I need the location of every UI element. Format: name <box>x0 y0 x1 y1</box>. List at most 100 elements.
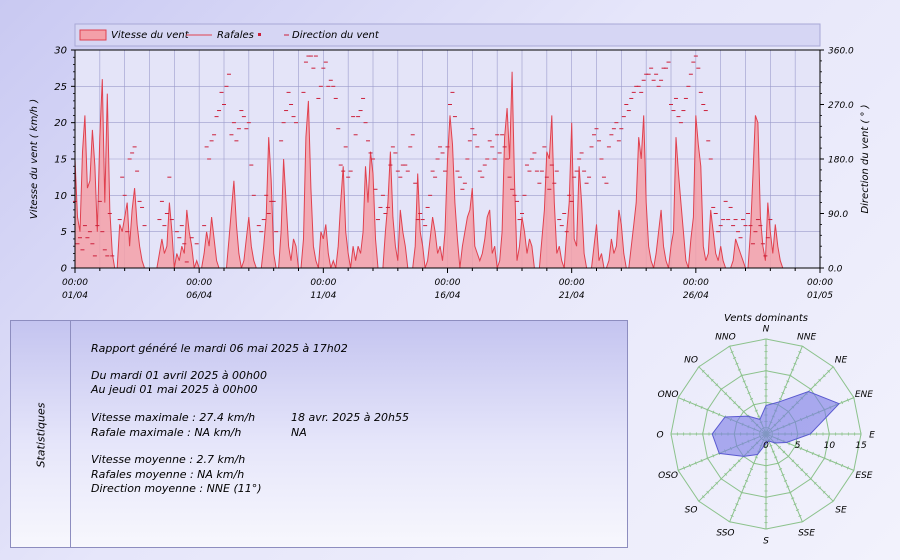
rose-spoke-tick <box>747 392 751 395</box>
avg-speed: Vitesse moyenne : 2.7 km/h <box>91 453 246 466</box>
rose-spoke-tick <box>740 374 744 377</box>
rose-spoke-tick <box>694 461 697 465</box>
y2-tick-label: 270.0 <box>828 101 854 111</box>
x-tick-time: 00:00 <box>683 278 709 288</box>
rose-spoke-tick <box>778 397 783 400</box>
rose-direction-label: NNE <box>797 333 816 343</box>
rose-spoke-tick <box>700 405 703 409</box>
rose-spoke-tick <box>740 491 744 494</box>
rose-spoke-tick <box>835 461 838 465</box>
rose-spoke-tick <box>688 400 691 405</box>
report-generated: Rapport généré le mardi 06 mai 2025 à 17… <box>91 342 348 355</box>
legend: Vitesse du vent Rafales Direction du ven… <box>74 23 821 47</box>
x-tick-date: 06/04 <box>186 291 212 301</box>
rose-radial-tick-label: 15 <box>855 441 867 451</box>
y-tick-label: 20 <box>54 118 67 129</box>
rose-spoke-tick <box>683 398 686 402</box>
rose-spoke-tick <box>749 397 754 400</box>
rose-spoke-tick <box>752 462 756 465</box>
rose-spoke-tick <box>737 497 741 500</box>
max-gust: Rafale maximale : NA km/h <box>91 426 242 439</box>
rose-spoke-tick <box>744 479 749 482</box>
rose-direction-label: NO <box>684 356 698 366</box>
rose-spoke-tick <box>728 520 732 523</box>
rose-spoke-tick <box>788 374 792 377</box>
rose-spoke-tick <box>852 468 855 472</box>
rose-direction-label: SE <box>835 505 847 515</box>
x-tick-time: 00:00 <box>186 278 212 288</box>
rose-spoke-tick <box>706 456 709 460</box>
rose-direction-label: SO <box>685 505 698 515</box>
wind-timeseries-chart: 0 5 10 15 20 25 30 0.0 90.0 180.0 270.0 360.0 00:0… <box>29 23 871 301</box>
rose-spoke-tick <box>811 451 814 456</box>
rose-spoke-tick <box>771 450 775 453</box>
rose-spoke-tick <box>786 485 790 488</box>
x-tick-time: 00:00 <box>435 278 461 288</box>
rose-direction-label: O <box>656 431 663 441</box>
wind-rose-chart: Vents dominants N NNE NE ENE E ESE SE SSE S SSO SO… <box>656 313 875 547</box>
rose-spoke-tick <box>798 351 802 354</box>
rose-spoke-tick <box>793 362 797 365</box>
y-tick-label: 30 <box>54 46 67 57</box>
rose-radial-tick-label: 10 <box>824 441 836 451</box>
rose-title: Vents dominants <box>724 313 808 324</box>
x-tick-date: 16/04 <box>435 291 461 301</box>
rose-spoke-tick <box>823 456 826 460</box>
rose-spoke-tick <box>800 520 804 523</box>
x-tick-time: 00:00 <box>807 278 833 288</box>
rose-spoke-tick <box>786 380 790 383</box>
rose-spoke-tick <box>781 473 785 476</box>
rose-spoke-tick <box>846 466 849 470</box>
rose-spoke-tick <box>846 398 849 402</box>
rose-spoke-tick <box>817 454 820 458</box>
y2-tick-label: 360.0 <box>828 47 854 57</box>
rose-spoke-tick <box>788 442 791 446</box>
period-from: Du mardi 01 avril 2025 à 00h00 <box>91 369 268 382</box>
rose-spoke-tick <box>749 468 754 471</box>
rose-radial-tick-label: 0 <box>763 441 769 451</box>
rose-spoke-tick <box>754 409 758 412</box>
y2-tick-label: 0.0 <box>828 265 843 275</box>
right-axis-ticks: 0.0 90.0 180.0 270.0 360.0 <box>820 47 854 275</box>
y-tick-label: 10 <box>54 191 67 202</box>
statistics-side-label: Statistiques <box>34 402 48 468</box>
rose-spoke-tick <box>798 514 802 517</box>
rose-spoke-tick <box>841 463 844 468</box>
rose-direction-label: ENE <box>855 390 873 400</box>
rose-spoke-tick <box>752 403 756 406</box>
y2-tick-label: 180.0 <box>828 156 854 166</box>
period-to: Au jeudi 01 mai 2025 à 00h00 <box>91 383 258 396</box>
rose-spoke-tick <box>791 497 795 500</box>
rose-series <box>711 390 840 457</box>
max-speed: Vitesse maximale : 27.4 km/h <box>91 411 256 424</box>
rose-spoke-tick <box>728 345 732 348</box>
rose-spoke-tick <box>795 509 800 512</box>
rose-spoke-tick <box>754 456 758 459</box>
rose-direction-label: NNO <box>715 333 736 343</box>
statistics-side-strip: Statistiques <box>11 321 71 547</box>
rose-direction-label: S <box>763 537 769 547</box>
x-tick-time: 00:00 <box>310 278 336 288</box>
legend-gusts-marker <box>258 33 261 36</box>
avg-direction: Direction moyenne : NNE (11°) <box>91 482 262 495</box>
rose-spoke-tick <box>829 459 832 463</box>
rose-spoke-tick <box>732 509 737 512</box>
legend-gusts-label: Rafales <box>217 30 254 41</box>
rose-direction-label: SSE <box>798 528 815 538</box>
rose-spoke-tick <box>841 400 844 405</box>
max-speed-date: 18 avr. 2025 à 20h55 <box>291 411 409 424</box>
rose-spoke-tick <box>783 386 788 389</box>
rose-spoke-tick <box>688 463 691 468</box>
rose-direction-label: ESE <box>855 471 872 481</box>
rose-spoke-tick <box>730 351 734 354</box>
rose-spoke-tick <box>800 345 804 348</box>
statistics-panel: Statistiques Rapport généré le mardi 06 … <box>10 320 628 548</box>
x-tick-date: 21/04 <box>559 291 585 301</box>
rose-spoke-tick <box>793 503 797 506</box>
legend-direction-label: Direction du vent <box>292 30 380 41</box>
max-gust-date: NA <box>291 426 307 439</box>
x-tick-time: 00:00 <box>559 278 585 288</box>
y-tick-label: 5 <box>61 227 67 238</box>
rose-spoke-tick <box>683 466 686 470</box>
rose-spoke-tick <box>805 449 808 453</box>
